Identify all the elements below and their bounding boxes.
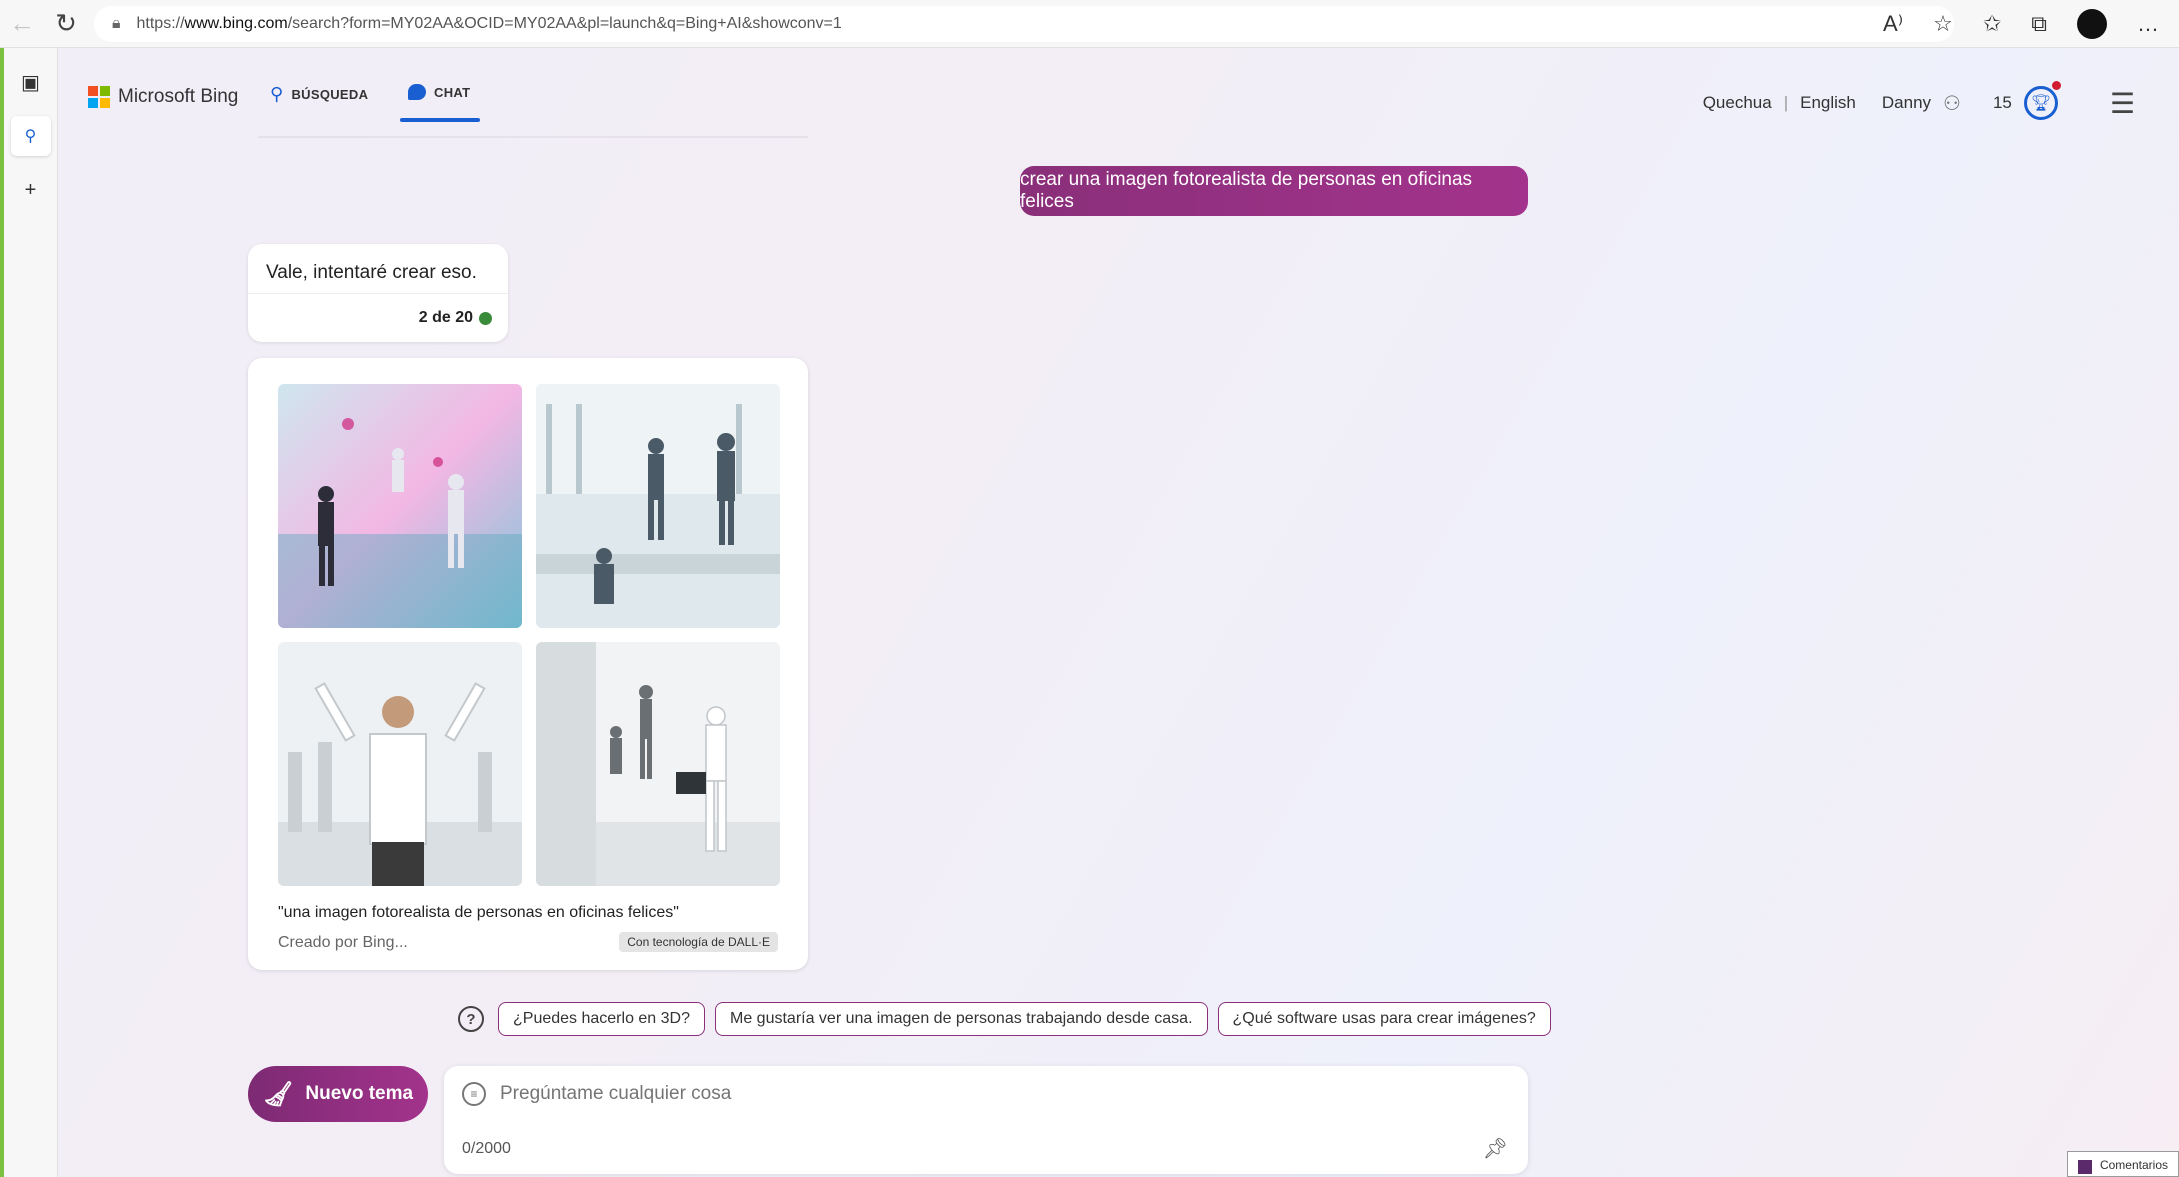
hamburger-menu-icon[interactable]: ☰ bbox=[2110, 87, 2135, 120]
address-bar[interactable]: 🔒︎ https://www.bing.com/search?form=MY02… bbox=[94, 5, 1954, 42]
user-name[interactable]: Danny bbox=[1882, 93, 1931, 113]
generated-image[interactable] bbox=[278, 384, 522, 628]
logo-text: Microsoft Bing bbox=[118, 86, 239, 107]
new-topic-button[interactable]: 🧹︎ Nuevo tema bbox=[248, 1066, 428, 1122]
pin-icon[interactable]: 📌︎ bbox=[1483, 1136, 1508, 1161]
chat-input-box[interactable]: ≡ 0/2000 📌︎ bbox=[444, 1066, 1528, 1174]
chat-bubble-icon bbox=[408, 84, 426, 100]
created-by-link[interactable]: Creado por Bing... bbox=[278, 934, 408, 952]
bot-message-divider bbox=[248, 293, 508, 294]
generated-image[interactable] bbox=[536, 642, 780, 886]
tab-chat[interactable]: CHAT bbox=[408, 84, 470, 100]
microsoft-logo-icon bbox=[88, 86, 110, 108]
url-host: www.bing.com bbox=[184, 14, 288, 32]
image-grid bbox=[278, 384, 780, 886]
header-divider bbox=[258, 136, 808, 138]
read-aloud-icon[interactable]: A⁾ bbox=[1883, 11, 1903, 37]
page-header: Microsoft Bing ⚲ BÚSQUEDA CHAT Quechua |… bbox=[58, 48, 2179, 148]
turn-counter-text: 2 de 20 bbox=[418, 309, 473, 326]
active-tab-indicator bbox=[400, 118, 480, 122]
header-actions: Quechua | English Danny ⚇ 15 🏆︎ ☰ bbox=[1703, 81, 2135, 120]
more-icon[interactable]: … bbox=[2137, 11, 2159, 37]
back-arrow-icon[interactable]: ← bbox=[0, 2, 44, 46]
language-english-link[interactable]: English bbox=[1800, 93, 1856, 113]
refresh-icon[interactable]: ↻ bbox=[44, 2, 88, 46]
tab-search-label: BÚSQUEDA bbox=[291, 87, 369, 102]
bing-chat-page: Microsoft Bing ⚲ BÚSQUEDA CHAT Quechua |… bbox=[58, 48, 2179, 1177]
feedback-button[interactable]: Comentarios bbox=[2066, 1151, 2179, 1177]
search-sidebar-icon[interactable]: ⚲ bbox=[10, 116, 51, 156]
lock-icon[interactable]: 🔒︎ bbox=[112, 15, 121, 33]
help-icon[interactable]: ? bbox=[458, 1006, 484, 1032]
search-icon: ⚲ bbox=[270, 84, 284, 104]
add-icon[interactable]: + bbox=[11, 170, 51, 210]
collections-icon[interactable]: ⧉ bbox=[2031, 11, 2047, 37]
status-dot-icon bbox=[479, 311, 492, 325]
browser-actions: A⁾ ☆ ✩ ⧉ … bbox=[1883, 0, 2159, 48]
tabs-icon[interactable]: ▣ bbox=[11, 62, 51, 102]
notification-dot bbox=[2051, 81, 2061, 90]
char-count: 0/2000 bbox=[462, 1140, 511, 1157]
rewards-count[interactable]: 15 bbox=[1993, 93, 2012, 113]
browser-toolbar: ← ↻ 🔒︎ https://www.bing.com/search?form=… bbox=[0, 0, 2179, 48]
language-separator: | bbox=[1783, 93, 1789, 112]
suggestion-chip-software[interactable]: ¿Qué software usas para crear imágenes? bbox=[1217, 1002, 1551, 1036]
suggestion-chip-home[interactable]: Me gustaría ver una imagen de personas t… bbox=[715, 1002, 1208, 1036]
suggestion-chip-3d[interactable]: ¿Puedes hacerlo en 3D? bbox=[498, 1002, 705, 1036]
generated-image[interactable] bbox=[278, 642, 522, 886]
user-message: crear una imagen fotorealista de persona… bbox=[1020, 166, 1528, 216]
profile-avatar[interactable] bbox=[2077, 9, 2107, 39]
new-topic-label: Nuevo tema bbox=[305, 1083, 414, 1104]
generated-images-card: "una imagen fotorealista de personas en … bbox=[248, 358, 808, 970]
turn-counter: 2 de 20 bbox=[419, 309, 492, 327]
user-icon[interactable]: ⚇ bbox=[1943, 91, 1961, 116]
browser-sidebar: ▣ ⚲ + bbox=[0, 48, 58, 1177]
bot-message: Vale, intentaré crear eso. 2 de 20 bbox=[248, 244, 508, 342]
suggestion-chips: ? ¿Puedes hacerlo en 3D? Me gustaría ver… bbox=[458, 1002, 1551, 1036]
generated-image[interactable] bbox=[536, 384, 780, 628]
broom-icon: 🧹︎ bbox=[262, 1080, 294, 1108]
url-prefix: https:// bbox=[136, 14, 185, 32]
bot-message-text: Vale, intentaré crear eso. bbox=[266, 262, 477, 283]
rewards-trophy-icon[interactable]: 🏆︎ bbox=[2023, 81, 2061, 120]
chat-input-icon: ≡ bbox=[462, 1082, 486, 1106]
tab-search[interactable]: ⚲ BÚSQUEDA bbox=[270, 84, 368, 105]
url-path: /search?form=MY02AA&OCID=MY02AA&pl=launc… bbox=[287, 14, 842, 32]
chat-input[interactable] bbox=[500, 1083, 1480, 1105]
dalle-badge: Con tecnología de DALL·E bbox=[619, 932, 778, 952]
image-caption: "una imagen fotorealista de personas en … bbox=[278, 904, 679, 921]
tab-chat-label: CHAT bbox=[434, 84, 471, 100]
bing-logo[interactable]: Microsoft Bing bbox=[88, 86, 238, 108]
favorite-add-icon[interactable]: ☆ bbox=[1933, 11, 1953, 37]
language-quechua-link[interactable]: Quechua bbox=[1703, 93, 1772, 113]
favorites-icon[interactable]: ✩ bbox=[1983, 11, 2001, 37]
